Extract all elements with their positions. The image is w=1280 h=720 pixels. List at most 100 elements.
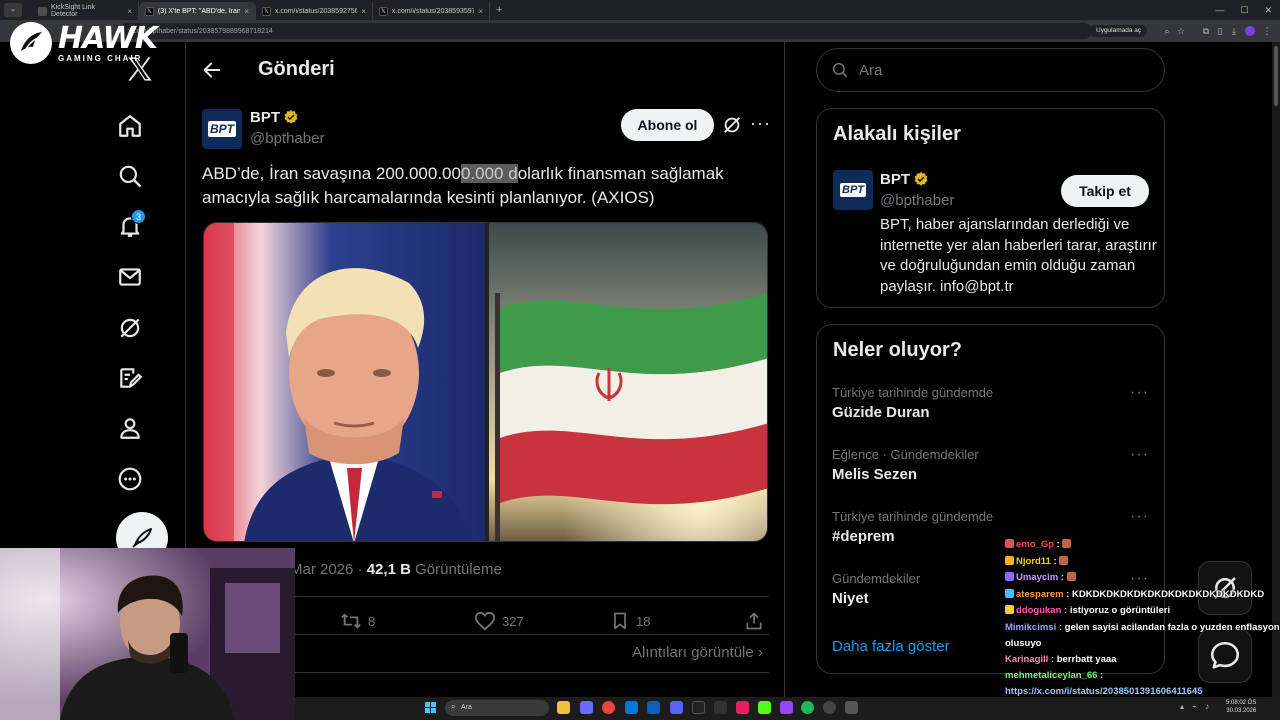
back-arrow-icon[interactable]	[201, 59, 223, 86]
premium-edit-icon[interactable]	[115, 363, 145, 393]
scrollbar-thumb[interactable]	[1274, 46, 1278, 106]
minimize-icon[interactable]: —	[1215, 5, 1224, 16]
close-tab-icon[interactable]: ×	[244, 7, 249, 16]
chat-message: Mimikcimsi : gelen sayisi acilandan fazl…	[1005, 620, 1280, 649]
trend-more-icon[interactable]: ···	[1130, 446, 1149, 464]
more-circle-icon[interactable]	[115, 464, 145, 494]
open-in-app-label: Uygulamada aç	[1096, 27, 1142, 34]
browser-menu-icon[interactable]: ⋮	[1262, 26, 1272, 36]
taskbar-app-icon[interactable]	[647, 701, 660, 714]
trend-more-icon[interactable]: ···	[1130, 384, 1149, 402]
chat-username[interactable]: Umaycim	[1016, 570, 1058, 587]
chat-username[interactable]: emo_Gp	[1016, 537, 1054, 554]
taskbar-search[interactable]: Ara	[445, 700, 549, 716]
trend-name[interactable]: Güzide Duran	[832, 404, 930, 421]
search-icon[interactable]	[115, 161, 145, 191]
twitch-icon[interactable]	[780, 701, 793, 714]
hawk-logo-title: HAWK	[58, 20, 158, 56]
search-box[interactable]: Ara	[816, 48, 1165, 92]
close-window-icon[interactable]: ✕	[1264, 5, 1272, 16]
trend-more-icon[interactable]: ···	[1130, 508, 1149, 526]
download-icon[interactable]: ⤓	[1229, 26, 1239, 36]
kick-icon[interactable]	[758, 701, 771, 714]
author-avatar[interactable]: BPT	[202, 109, 242, 149]
system-tray-icons[interactable]: ▴ ⌁ ♪	[1180, 702, 1212, 711]
chat-username[interactable]: Karinagill	[1005, 652, 1048, 669]
related-name-text: BPT	[880, 171, 910, 188]
chat-badge-icon	[1005, 555, 1014, 565]
x-favicon-icon: 𝕏	[262, 6, 271, 16]
taskbar-app-icon[interactable]	[557, 701, 570, 714]
chat-message: Njord11 :	[1005, 554, 1280, 571]
zoom-icon[interactable]: ⌕	[1162, 26, 1172, 36]
discord-icon[interactable]	[670, 701, 683, 714]
taskbar-app-icon[interactable]	[714, 701, 727, 714]
related-name[interactable]: BPT	[880, 171, 929, 188]
retweet-button[interactable]: 8	[340, 611, 375, 631]
author-handle[interactable]: @bpthaber	[250, 130, 324, 147]
bookmark-button[interactable]: 18	[610, 611, 650, 631]
like-button[interactable]: 327	[474, 611, 524, 631]
taskbar-search-label: Ara	[461, 704, 472, 711]
trend-name[interactable]: #deprem	[832, 528, 895, 545]
trend-name[interactable]: Niyet	[832, 590, 869, 607]
url-field[interactable]: x.com/bpthaber/status/203857988996871821…	[118, 23, 1092, 39]
trend-name[interactable]: Melis Sezen	[832, 466, 917, 483]
trend-context: Türkiye tarihinde gündemde	[832, 509, 994, 524]
taskbar-app-icon[interactable]	[823, 701, 836, 714]
compose-feather-icon	[132, 528, 152, 548]
open-in-app-chip[interactable]: Uygulamada aç	[1090, 25, 1148, 37]
chat-username[interactable]: Mimikcimsi	[1005, 620, 1056, 636]
view-quotes-link[interactable]: Alıntıları görüntüle ›	[632, 644, 763, 661]
close-tab-icon[interactable]: ×	[478, 7, 483, 16]
profile-avatar[interactable]	[1245, 26, 1255, 36]
taskbar-search-icon: ⌕	[451, 702, 456, 711]
chat-username[interactable]: Njord11	[1016, 554, 1051, 571]
chat-username[interactable]: mehmetaliceylan_66	[1005, 668, 1097, 684]
subscribe-button[interactable]: Abone ol	[621, 109, 714, 141]
messages-envelope-icon[interactable]	[115, 262, 145, 292]
extensions-icon[interactable]: ⧉	[1201, 26, 1211, 36]
taskbar-app-icon[interactable]	[580, 701, 593, 714]
windows-start-icon[interactable]	[425, 702, 436, 713]
new-tab-button[interactable]: +	[496, 4, 502, 16]
follow-button[interactable]: Takip et	[1061, 175, 1149, 207]
related-handle[interactable]: @bpthaber	[880, 192, 954, 209]
grok-icon[interactable]	[115, 313, 145, 343]
related-avatar[interactable]: BPT	[833, 170, 873, 210]
tab-status-2[interactable]: 𝕏 x.com/i/status/2038593597121... ×	[373, 2, 490, 20]
post-date[interactable]: Mar 2026	[290, 561, 353, 578]
taskbar-clock[interactable]: 5:08:02 ÖS 30.03.2026	[1226, 699, 1256, 715]
chat-badge-icon	[1005, 605, 1014, 614]
bookmark-star-icon[interactable]: ☆	[1176, 26, 1186, 36]
sidebar-panel-icon[interactable]: ▯	[1215, 26, 1225, 36]
related-bio: BPT, haber ajanslarından derlediği ve in…	[880, 216, 1157, 295]
chat-text: istiyoruz o görüntüleri	[1069, 605, 1171, 616]
spotify-icon[interactable]	[801, 701, 814, 714]
show-more-link[interactable]: Daha fazla göster	[832, 638, 950, 655]
post-more-icon[interactable]: ···	[750, 113, 771, 134]
share-button[interactable]	[744, 611, 764, 631]
close-tab-icon[interactable]: ×	[361, 7, 366, 16]
profile-icon[interactable]	[115, 413, 145, 443]
taskbar-app-icon[interactable]	[845, 701, 858, 714]
trend-context: Gündemdekiler	[832, 571, 921, 586]
bookmark-icon	[614, 612, 626, 630]
tab-list-button[interactable]: ⌄	[4, 3, 22, 17]
taskbar-app-icon[interactable]	[625, 701, 638, 714]
chrome-icon[interactable]	[602, 701, 615, 714]
author-name[interactable]: BPT	[250, 109, 299, 126]
grok-explain-icon[interactable]	[721, 114, 743, 141]
maximize-icon[interactable]: ☐	[1240, 5, 1248, 16]
share-icon	[746, 612, 762, 630]
tab-status-1[interactable]: 𝕏 x.com/i/status/2038592756398... ×	[256, 2, 373, 20]
taskbar-app-icon[interactable]	[692, 701, 705, 714]
tab-bpt-post[interactable]: 𝕏 (3) X'te BPT: "ABD'de, İran sava... ×	[139, 2, 256, 20]
chat-username[interactable]: ddogukan	[1016, 603, 1061, 620]
post-media-image[interactable]	[203, 222, 768, 542]
tab-kicksight[interactable]: KickSight Link Detector ×	[32, 2, 139, 20]
taskbar-app-icon[interactable]	[736, 701, 749, 714]
close-tab-icon[interactable]: ×	[127, 7, 132, 16]
home-icon[interactable]	[115, 111, 145, 141]
chat-username[interactable]: atesparem	[1016, 587, 1064, 604]
